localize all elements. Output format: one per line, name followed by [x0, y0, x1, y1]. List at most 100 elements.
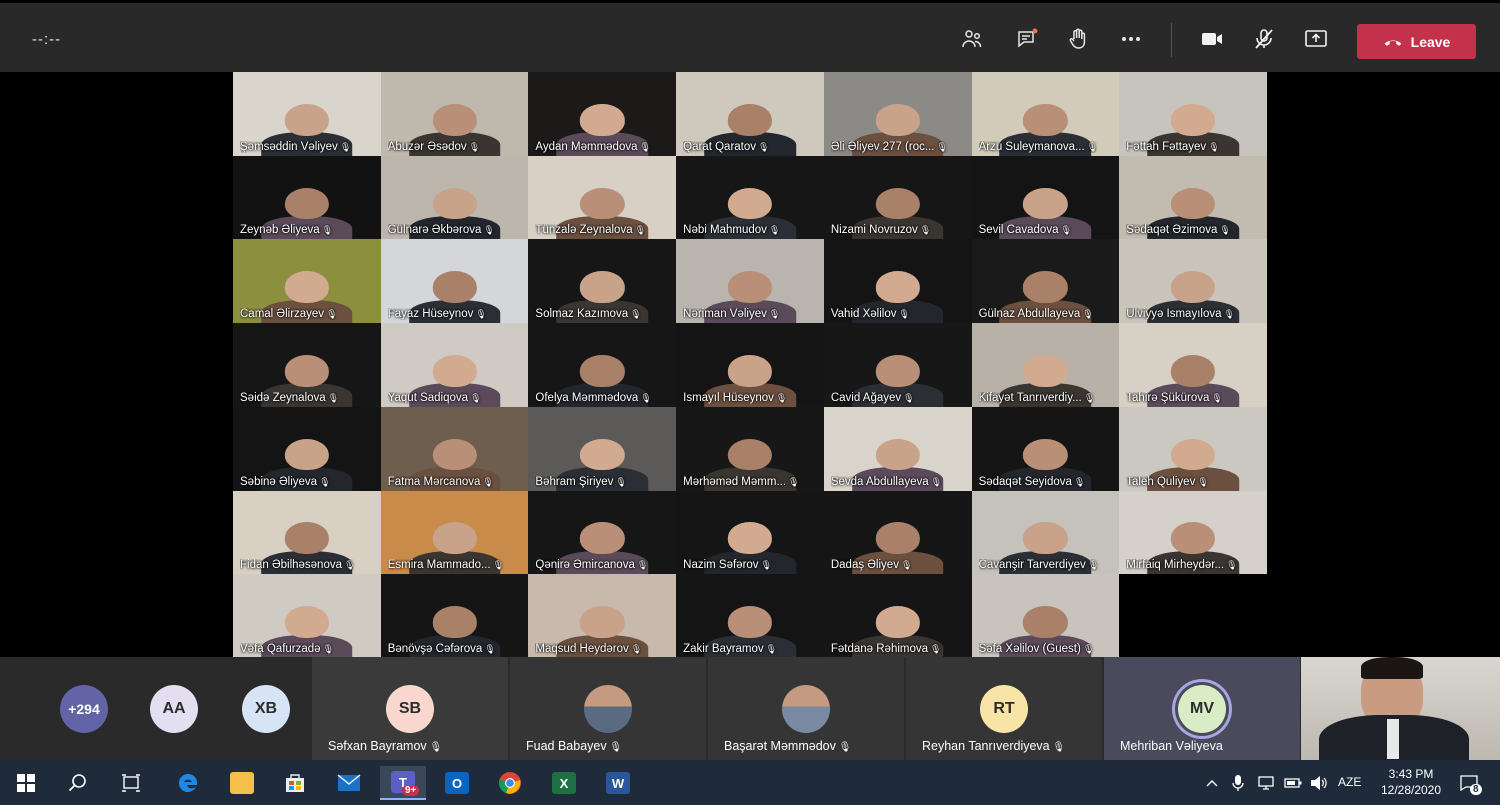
participant-strip-name: Səfxan Bayramov 🎙: [328, 739, 442, 753]
chrome-button[interactable]: [490, 766, 530, 800]
participant-tile[interactable]: Qarat Qaratov 🎙: [676, 72, 824, 156]
participant-tile[interactable]: Ülviyyə İsmayılova 🎙: [1119, 239, 1267, 324]
start-button[interactable]: [6, 766, 46, 800]
participant-tile[interactable]: Vahid Xəlilov 🎙: [823, 239, 972, 324]
participant-tile[interactable]: Esmira Mammado... 🎙: [380, 490, 529, 575]
mic-muted-icon[interactable]: [1250, 25, 1278, 53]
battery-tray-button[interactable]: [1282, 766, 1304, 800]
participant-tile[interactable]: Arzu Suleymanova... 🎙: [971, 72, 1120, 156]
participant-tile[interactable]: Cavanşir Tarverdiyev 🎙: [971, 490, 1120, 575]
share-screen-icon[interactable]: [1302, 25, 1330, 53]
participant-tile[interactable]: Ofelya Məmmədova 🎙: [528, 323, 677, 407]
search-button[interactable]: [58, 766, 98, 800]
participant-tile[interactable]: Bənövşə Cəfərova 🎙: [380, 574, 529, 658]
participant-tile[interactable]: Tünzalə Zeynalova 🎙: [528, 155, 677, 240]
participant-avatar: RT: [980, 685, 1028, 733]
mail-button[interactable]: [329, 766, 369, 800]
mic-muted-icon: 🎙: [760, 560, 772, 571]
raise-hand-icon[interactable]: [1064, 25, 1092, 53]
participant-strip-tile[interactable]: MV Mehriban Vəliyeva: [1104, 657, 1300, 760]
participant-tile[interactable]: Nazim Səfərov 🎙: [676, 490, 824, 575]
participant-tile[interactable]: Taleh Quliyev 🎙: [1119, 406, 1267, 491]
chat-icon[interactable]: [1013, 25, 1041, 53]
participant-tile[interactable]: Zeynəb Əliyeva 🎙: [233, 155, 381, 240]
participant-avatar[interactable]: AA: [150, 685, 198, 733]
participant-tile[interactable]: Nizami Novruzov 🎙: [823, 155, 972, 240]
outlook-button[interactable]: O: [437, 766, 477, 800]
participant-tile[interactable]: Abuzər Əsədov 🎙: [380, 72, 529, 156]
participant-tile[interactable]: Maqsud Heydərov 🎙: [528, 574, 677, 658]
participant-name: Nizami Novruzov 🎙: [831, 224, 968, 236]
store-button[interactable]: [275, 766, 315, 800]
participant-tile[interactable]: Mirfaiq Mirheydər... 🎙: [1119, 490, 1267, 575]
participant-face: [1170, 354, 1216, 387]
participant-tile[interactable]: Vəfa Qafurzadə 🎙: [233, 574, 381, 658]
participant-tile[interactable]: Qənirə Əmircanova 🎙: [528, 490, 677, 575]
participant-avatar[interactable]: XB: [242, 685, 290, 733]
task-view-button[interactable]: [111, 766, 151, 800]
participant-strip-tile[interactable]: RT Reyhan Tanrıverdiyeva 🎙: [906, 657, 1102, 760]
microphone-tray-button[interactable]: [1228, 766, 1248, 800]
participant-tile[interactable]: Yaqut Sadiqova 🎙: [380, 323, 529, 407]
participant-tile[interactable]: Solmaz Kazımova 🎙: [528, 239, 677, 324]
mic-muted-icon: 🎙: [339, 141, 352, 152]
participant-face: [284, 103, 329, 136]
mic-muted-icon: 🎙: [903, 392, 915, 403]
participant-tile[interactable]: Nəriman Vəliyev 🎙: [676, 239, 824, 324]
participant-tile[interactable]: Dadaş Əliyev 🎙: [823, 490, 972, 575]
participant-strip-tile[interactable]: Başarət Məmmədov 🎙: [708, 657, 904, 760]
clock-date: 12/28/2020: [1380, 783, 1442, 797]
participant-tile[interactable]: Sədaqət Seyidova 🎙: [971, 406, 1120, 491]
taskbar-clock[interactable]: 3:43 PM 12/28/2020: [1375, 766, 1447, 798]
participant-strip-tile[interactable]: SB Səfxan Bayramov 🎙: [312, 657, 508, 760]
mic-muted-icon: 🎙: [484, 644, 496, 654]
participant-tile[interactable]: Səidə Zeynalova 🎙: [233, 323, 381, 407]
volume-tray-button[interactable]: [1308, 766, 1330, 800]
mic-muted-icon: 🎙: [470, 392, 482, 403]
file-explorer-button[interactable]: [222, 766, 262, 800]
participant-tile[interactable]: Mərhəməd Məmm... 🎙: [676, 406, 824, 491]
participant-tile[interactable]: Sədaqət Əzimova 🎙: [1119, 155, 1267, 240]
edge-button[interactable]: [168, 766, 208, 800]
input-language[interactable]: AZE: [1338, 775, 1361, 789]
camera-icon[interactable]: [1198, 25, 1226, 53]
teams-button[interactable]: T 9+: [380, 766, 426, 800]
notifications-button[interactable]: 8: [1452, 766, 1486, 800]
participant-tile[interactable]: İsmayıl Hüseynov 🎙: [676, 323, 824, 407]
participant-tile[interactable]: Camal Əlirzayev 🎙: [233, 239, 381, 324]
participant-tile[interactable]: Fayaz Hüseynov 🎙: [380, 239, 529, 324]
participant-tile[interactable]: Gülnaz Abdullayeva 🎙: [971, 239, 1120, 324]
excel-icon: X: [552, 772, 576, 794]
participant-tile[interactable]: Səbinə Əliyeva 🎙: [233, 406, 381, 491]
participant-tile[interactable]: Şəmsəddin Vəliyev 🎙: [233, 72, 381, 156]
participant-tile[interactable]: Fətdanə Rəhimova 🎙: [823, 574, 972, 658]
participant-name: Cavid Ağayev 🎙: [831, 392, 968, 404]
participant-tile[interactable]: Bəhram Şiriyev 🎙: [528, 406, 677, 491]
participant-tile[interactable]: Fəttah Fəttayev 🎙: [1119, 72, 1267, 156]
mail-icon: [337, 774, 361, 791]
more-icon[interactable]: [1117, 25, 1145, 53]
participant-strip-tile[interactable]: Fuad Babayev 🎙: [510, 657, 706, 760]
show-hidden-icons-button[interactable]: [1202, 766, 1222, 800]
network-tray-button[interactable]: [1255, 766, 1277, 800]
participant-tile[interactable]: Sevil Cavadova 🎙: [971, 155, 1120, 240]
participant-tile[interactable]: Kifayət Tanrıverdiy... 🎙: [971, 323, 1120, 407]
participant-tile[interactable]: Tahirə Şükürova 🎙: [1119, 323, 1267, 407]
participant-tile[interactable]: Sevda Abdullayeva 🎙: [823, 406, 972, 491]
participant-tile[interactable]: Əli Əliyev 277 (roc... 🎙: [823, 72, 972, 156]
excel-button[interactable]: X: [544, 766, 584, 800]
participant-tile[interactable]: Zakir Bayramov 🎙: [676, 574, 824, 658]
participant-tile[interactable]: Fatma Mərcanova 🎙: [380, 406, 529, 491]
participants-icon[interactable]: [958, 25, 986, 53]
word-button[interactable]: W: [598, 766, 638, 800]
participant-tile[interactable]: Səfa Xəlilov (Guest) 🎙: [971, 574, 1120, 658]
more-participants-avatar[interactable]: +294: [60, 685, 108, 733]
participant-tile[interactable]: Cavid Ağayev 🎙: [823, 323, 972, 407]
participant-name-text: Ülviyyə İsmayılova: [1126, 308, 1222, 321]
leave-button[interactable]: Leave: [1357, 24, 1476, 59]
participant-tile[interactable]: Aydan Məmmədova 🎙: [528, 72, 677, 156]
participant-tile[interactable]: Nəbi Mahmudov 🎙: [676, 155, 824, 240]
participant-tile[interactable]: Fidan Əbilhəsənova 🎙: [233, 490, 381, 575]
self-video-preview[interactable]: [1301, 657, 1500, 760]
participant-tile[interactable]: Gülnarə Əkbərova 🎙: [380, 155, 529, 240]
